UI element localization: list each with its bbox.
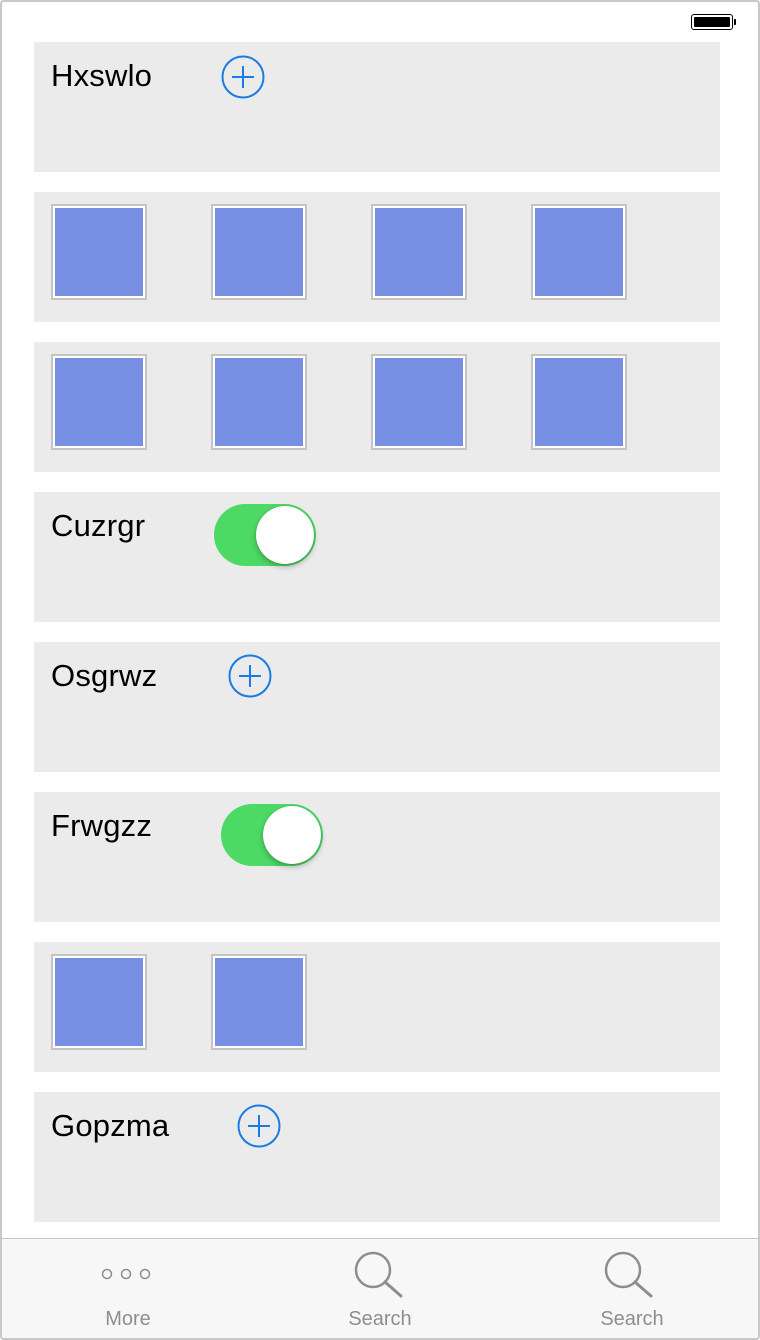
image-thumbnail[interactable] <box>371 204 467 300</box>
tab-bar: More Search Search <box>2 1238 758 1338</box>
add-circle-icon[interactable] <box>237 1104 281 1148</box>
battery-icon <box>691 14 736 32</box>
row-label: Hxswlo <box>51 58 153 93</box>
row-label: Frwgzz <box>51 808 153 843</box>
image-grid-row <box>34 342 720 472</box>
row-hxswlo: Hxswlo <box>34 42 720 172</box>
tab-label: Search <box>348 1308 412 1330</box>
row-osgrwz: Osgrwz <box>34 642 720 772</box>
search-icon <box>604 1251 653 1298</box>
row-frwgzz: Frwgzz <box>34 792 720 922</box>
tab-search-2[interactable]: Search <box>506 1239 758 1338</box>
image-thumbnail[interactable] <box>51 204 147 300</box>
image-thumbnail[interactable] <box>211 204 307 300</box>
frwgzz-toggle[interactable] <box>221 804 323 866</box>
add-circle-icon[interactable] <box>228 654 272 698</box>
row-label: Osgrwz <box>51 658 158 693</box>
image-grid-row <box>34 942 720 1072</box>
row-label: Gopzma <box>51 1108 170 1143</box>
image-thumbnail[interactable] <box>211 954 307 1050</box>
row-label: Cuzrgr <box>51 508 146 543</box>
image-thumbnail[interactable] <box>531 354 627 450</box>
tab-search[interactable]: Search <box>254 1239 506 1338</box>
row-gopzma: Gopzma <box>34 1092 720 1222</box>
image-thumbnail[interactable] <box>531 204 627 300</box>
row-cuzrgr: Cuzrgr <box>34 492 720 622</box>
tab-more[interactable]: More <box>2 1239 254 1338</box>
toggle-knob <box>263 806 321 864</box>
more-dots-icon <box>101 1268 151 1280</box>
search-icon <box>354 1251 403 1298</box>
app-screen: Hxswlo Cuzrgr Osgrwz Frwgzz Gopzma More … <box>0 0 760 1340</box>
image-grid-row <box>34 192 720 322</box>
image-thumbnail[interactable] <box>211 354 307 450</box>
tab-label: More <box>105 1308 151 1330</box>
image-thumbnail[interactable] <box>371 354 467 450</box>
add-circle-icon[interactable] <box>221 55 265 99</box>
cuzrgr-toggle[interactable] <box>214 504 316 566</box>
image-thumbnail[interactable] <box>51 954 147 1050</box>
tab-label: Search <box>600 1308 664 1330</box>
toggle-knob <box>256 506 314 564</box>
image-thumbnail[interactable] <box>51 354 147 450</box>
